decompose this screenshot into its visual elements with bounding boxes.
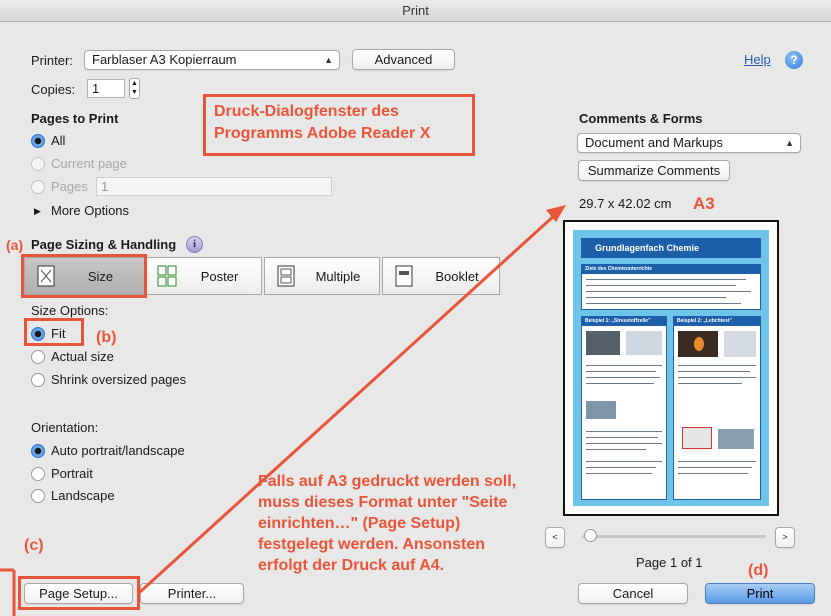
- poster-box-example2-title: Beispiel 2: „Lebchtest": [674, 317, 760, 326]
- pages-range-input[interactable]: 1: [96, 177, 332, 196]
- page-slider-track[interactable]: [582, 535, 766, 538]
- tab-poster[interactable]: Poster: [145, 257, 262, 295]
- multiple-pages-icon: [275, 264, 297, 288]
- copies-input[interactable]: 1: [87, 79, 125, 98]
- window-title: Print: [0, 0, 831, 22]
- tab-poster-label: Poster: [200, 268, 239, 284]
- page-slider-knob[interactable]: [584, 529, 597, 542]
- poster-icon: [156, 264, 178, 288]
- disclosure-triangle-icon[interactable]: ▶: [34, 206, 41, 217]
- radio-auto-orientation[interactable]: [31, 444, 45, 458]
- radio-actual-size-label: Actual size: [51, 349, 114, 364]
- select-arrows-icon: ▲▼: [324, 55, 333, 65]
- poster-box-example2: Beispiel 2: „Lebchtest": [673, 316, 761, 500]
- printer-select-value: Farblaser A3 Kopierraum: [92, 52, 237, 67]
- radio-landscape-label: Landscape: [51, 488, 115, 503]
- more-options-toggle[interactable]: More Options: [51, 203, 129, 218]
- page-indicator: Page 1 of 1: [636, 555, 703, 570]
- printer-label: Printer:: [31, 53, 73, 68]
- radio-all-label: All: [51, 133, 66, 148]
- booklet-icon: [393, 264, 415, 288]
- print-preview: Grundlagenfach Chemie Ziele des Chemieun…: [563, 220, 779, 516]
- page-sizing-heading: Page Sizing & Handling: [31, 237, 177, 252]
- annotation-title-line1: Druck-Dialogfenster des: [214, 103, 399, 120]
- select-arrows-icon: ▲▼: [785, 138, 794, 148]
- size-options-heading: Size Options:: [31, 303, 109, 318]
- poster-box-example1: Beispiel 1: „Stresstoffzelle": [581, 316, 667, 500]
- radio-landscape[interactable]: [31, 489, 45, 503]
- radio-current-page-label: Current page: [51, 156, 127, 171]
- radio-shrink[interactable]: [31, 373, 45, 387]
- radio-auto-orientation-label: Auto portrait/landscape: [51, 443, 185, 458]
- annotation-a3-label: A3: [693, 194, 715, 213]
- annotation-note-line: einrichten…" (Page Setup): [258, 515, 461, 532]
- annotation-note-line: Falls auf A3 gedruckt werden soll,: [258, 473, 517, 490]
- annotation-note: Falls auf A3 gedruckt werden soll, muss …: [258, 471, 516, 576]
- help-link[interactable]: Help: [744, 52, 771, 67]
- radio-portrait[interactable]: [31, 467, 45, 481]
- annotation-label-d: (d): [748, 562, 769, 579]
- copies-stepper[interactable]: ▲ ▼: [129, 78, 140, 99]
- radio-pages[interactable]: [31, 180, 45, 194]
- comments-forms-heading: Comments & Forms: [579, 111, 703, 126]
- poster-box-goals-title: Ziele des Chemieunterrichts: [582, 265, 760, 274]
- annotation-label-c: (c): [24, 537, 44, 554]
- radio-pages-label: Pages: [51, 179, 88, 194]
- print-button[interactable]: Print: [705, 583, 815, 604]
- help-icon[interactable]: ?: [785, 51, 803, 69]
- poster-thumbnail: Grundlagenfach Chemie Ziele des Chemieun…: [573, 230, 769, 506]
- poster-box-example1-title: Beispiel 1: „Stresstoffzelle": [582, 317, 666, 326]
- printer-button[interactable]: Printer...: [140, 583, 244, 604]
- annotation-label-b: (b): [96, 329, 117, 346]
- radio-shrink-label: Shrink oversized pages: [51, 372, 187, 387]
- orientation-heading: Orientation:: [31, 420, 99, 435]
- cancel-button[interactable]: Cancel: [578, 583, 688, 604]
- tab-multiple-label: Multiple: [315, 268, 361, 284]
- radio-actual-size[interactable]: [31, 350, 45, 364]
- annotation-title-line2: Programms Adobe Reader X: [214, 125, 431, 142]
- copies-label: Copies:: [31, 82, 76, 97]
- summarize-comments-button[interactable]: Summarize Comments: [578, 160, 730, 181]
- annotation-note-line: muss dieses Format unter "Seite: [258, 494, 508, 511]
- annotation-size-box: [21, 254, 147, 298]
- annotation-note-line: erfolgt der Druck auf A4.: [258, 557, 445, 574]
- annotation-note-line: festgelegt werden. Ansonsten: [258, 536, 485, 553]
- radio-current-page[interactable]: [31, 157, 45, 171]
- tab-booklet[interactable]: Booklet: [382, 257, 500, 295]
- tab-multiple[interactable]: Multiple: [264, 257, 380, 295]
- poster-box-goals: Ziele des Chemieunterrichts: [581, 264, 761, 310]
- annotation-label-a: (a): [6, 237, 24, 253]
- radio-all[interactable]: [31, 134, 45, 148]
- radio-portrait-label: Portrait: [51, 466, 93, 481]
- printer-select[interactable]: Farblaser A3 Kopierraum ▲▼: [84, 50, 340, 70]
- poster-title: Grundlagenfach Chemie: [581, 238, 761, 258]
- annotation-page-setup-box: [18, 576, 140, 610]
- comments-select-value: Document and Markups: [585, 135, 724, 150]
- pages-to-print-heading: Pages to Print: [31, 111, 119, 126]
- advanced-button[interactable]: Advanced: [352, 49, 455, 70]
- annotation-fit-box: [24, 318, 84, 346]
- previous-page-button[interactable]: <: [545, 527, 565, 548]
- next-page-button[interactable]: >: [775, 527, 795, 548]
- info-icon[interactable]: i: [186, 236, 203, 253]
- comments-select[interactable]: Document and Markups ▲▼: [577, 133, 801, 153]
- paper-dimensions: 29.7 x 42.02 cm: [579, 196, 672, 211]
- tab-booklet-label: Booklet: [435, 268, 479, 284]
